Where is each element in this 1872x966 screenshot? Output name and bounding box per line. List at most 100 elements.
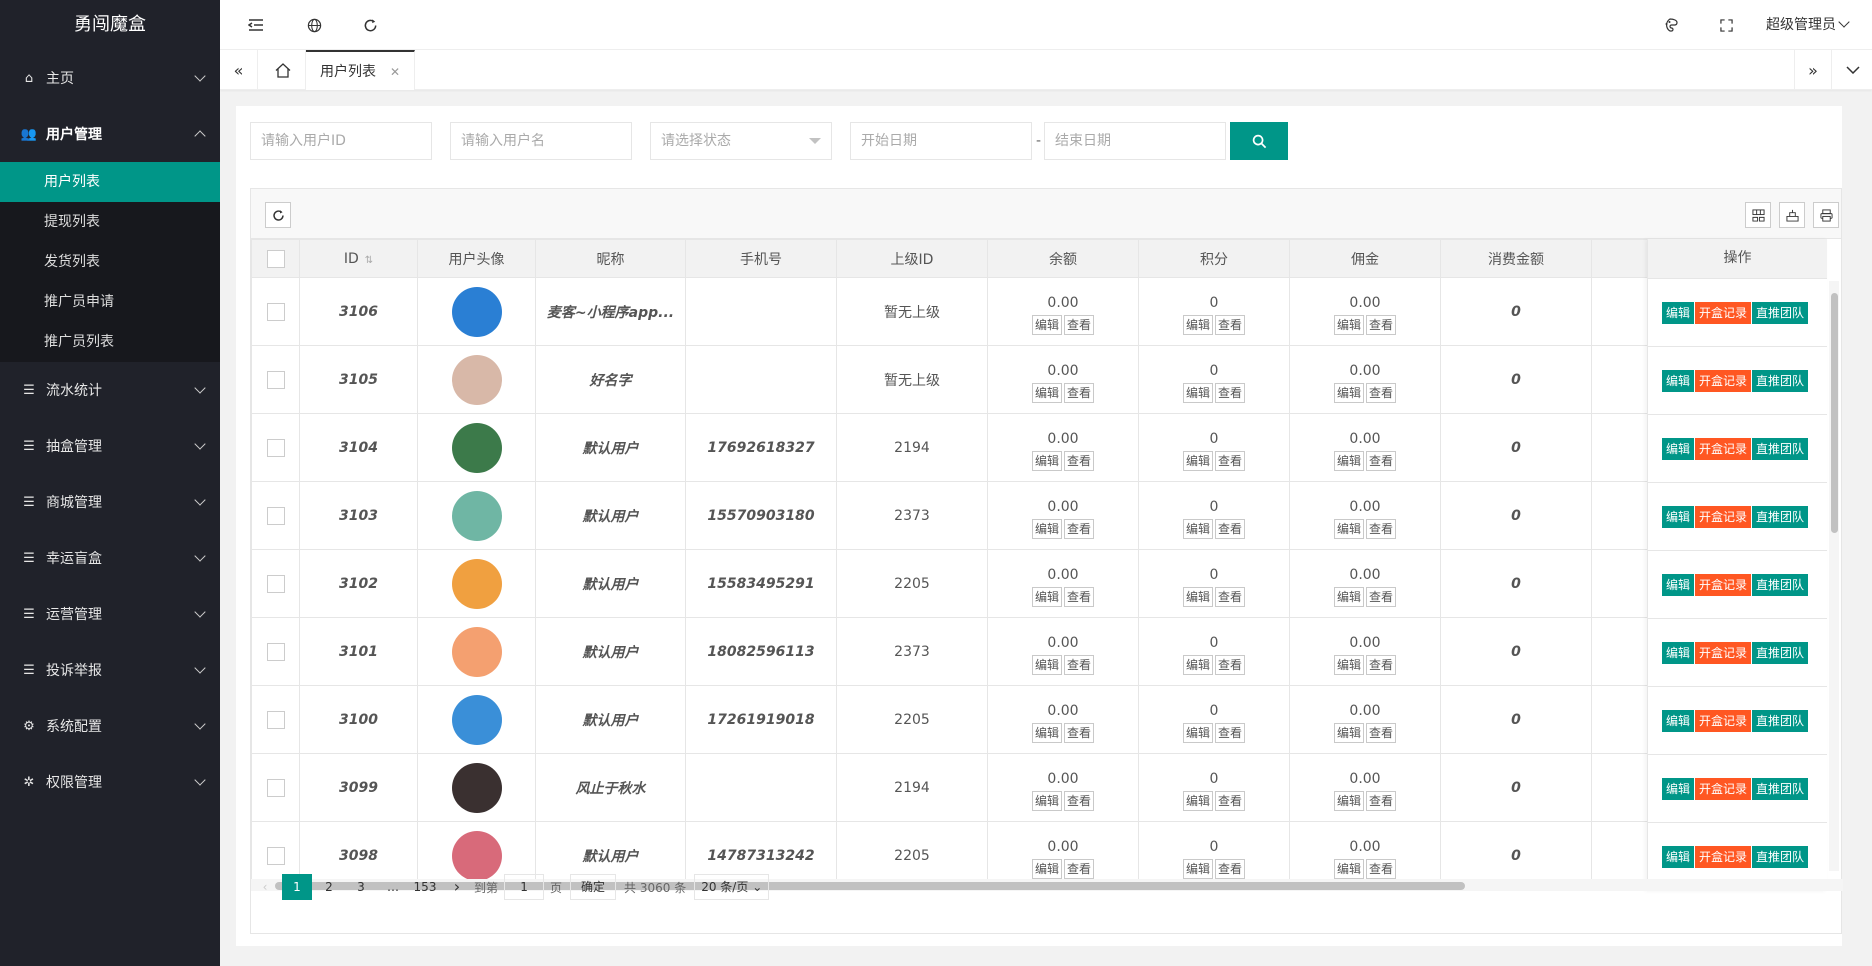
direct-team-button[interactable]: 直推团队 xyxy=(1752,301,1809,324)
row-select[interactable] xyxy=(251,413,300,482)
edit-button[interactable]: 编辑 xyxy=(1182,654,1213,675)
search-button[interactable] xyxy=(1230,122,1288,160)
row-select[interactable] xyxy=(251,685,300,754)
checkbox[interactable] xyxy=(266,370,285,389)
avatar[interactable] xyxy=(451,490,502,541)
checkbox[interactable] xyxy=(266,642,285,661)
columns-icon[interactable] xyxy=(1745,202,1771,228)
edit-button[interactable]: 编辑 xyxy=(1662,505,1695,528)
vertical-scrollbar[interactable] xyxy=(1829,281,1839,871)
edit-button[interactable]: 编辑 xyxy=(1182,450,1213,471)
per-page-select[interactable]: 20 条/页 ⌄ xyxy=(694,874,770,900)
view-button[interactable]: 查看 xyxy=(1215,586,1246,607)
sidebar-item-8[interactable]: ⚙ 系统配置 xyxy=(0,698,220,754)
view-button[interactable]: 查看 xyxy=(1215,858,1246,879)
checkbox[interactable] xyxy=(266,506,285,525)
view-button[interactable]: 查看 xyxy=(1366,654,1397,675)
view-button[interactable]: 查看 xyxy=(1064,586,1095,607)
view-button[interactable]: 查看 xyxy=(1215,314,1246,335)
tabs-prev-icon[interactable]: « xyxy=(220,50,258,90)
view-button[interactable]: 查看 xyxy=(1215,518,1246,539)
checkbox[interactable] xyxy=(266,710,285,729)
sidebar-item-9[interactable]: ✲ 权限管理 xyxy=(0,754,220,810)
page-2[interactable]: 2 xyxy=(314,874,344,900)
checkbox[interactable] xyxy=(266,302,285,321)
prev-page-icon[interactable]: ‹ xyxy=(250,874,280,900)
tab-user-list[interactable]: 用户列表 ✕ xyxy=(306,50,416,90)
sidebar-subitem-4[interactable]: 推广员列表 xyxy=(0,322,220,362)
row-select[interactable] xyxy=(251,481,300,550)
user-id-input[interactable]: 请输入用户ID xyxy=(250,122,432,160)
view-button[interactable]: 查看 xyxy=(1064,858,1095,879)
view-button[interactable]: 查看 xyxy=(1366,314,1397,335)
avatar[interactable] xyxy=(451,422,502,473)
open-box-record-button[interactable]: 开盒记录 xyxy=(1695,573,1752,596)
edit-button[interactable]: 编辑 xyxy=(1333,586,1364,607)
page-1[interactable]: 1 xyxy=(282,874,312,900)
tabs-next-icon[interactable]: » xyxy=(1794,50,1832,90)
edit-button[interactable]: 编辑 xyxy=(1182,314,1213,335)
page-3[interactable]: 3 xyxy=(346,874,376,900)
view-button[interactable]: 查看 xyxy=(1366,518,1397,539)
sort-icon[interactable]: ⇅ xyxy=(365,255,373,266)
sidebar-subitem-1[interactable]: 提现列表 xyxy=(0,202,220,242)
open-box-record-button[interactable]: 开盒记录 xyxy=(1695,641,1752,664)
avatar[interactable] xyxy=(451,558,502,609)
status-select[interactable]: 请选择状态 xyxy=(650,122,832,160)
sidebar-item-7[interactable]: ☰ 投诉举报 xyxy=(0,642,220,698)
avatar[interactable] xyxy=(451,626,502,677)
view-button[interactable]: 查看 xyxy=(1215,790,1246,811)
edit-button[interactable]: 编辑 xyxy=(1662,437,1695,460)
edit-button[interactable]: 编辑 xyxy=(1031,586,1062,607)
view-button[interactable]: 查看 xyxy=(1215,450,1246,471)
edit-button[interactable]: 编辑 xyxy=(1662,573,1695,596)
view-button[interactable]: 查看 xyxy=(1064,382,1095,403)
fullscreen-icon[interactable] xyxy=(1704,0,1748,50)
sidebar-item-5[interactable]: ☰ 幸运盲盒 xyxy=(0,530,220,586)
edit-button[interactable]: 编辑 xyxy=(1662,777,1695,800)
sidebar-item-6[interactable]: ☰ 运营管理 xyxy=(0,586,220,642)
direct-team-button[interactable]: 直推团队 xyxy=(1752,573,1809,596)
open-box-record-button[interactable]: 开盒记录 xyxy=(1695,369,1752,392)
open-box-record-button[interactable]: 开盒记录 xyxy=(1695,301,1752,324)
row-select[interactable] xyxy=(251,549,300,618)
open-box-record-button[interactable]: 开盒记录 xyxy=(1695,777,1752,800)
edit-button[interactable]: 编辑 xyxy=(1182,586,1213,607)
refresh-icon[interactable] xyxy=(348,0,392,50)
view-button[interactable]: 查看 xyxy=(1064,722,1095,743)
edit-button[interactable]: 编辑 xyxy=(1031,382,1062,403)
page-input[interactable]: 1 xyxy=(504,874,545,900)
view-button[interactable]: 查看 xyxy=(1366,790,1397,811)
row-select[interactable] xyxy=(251,277,300,346)
checkbox[interactable] xyxy=(266,778,285,797)
edit-button[interactable]: 编辑 xyxy=(1662,301,1695,324)
close-icon[interactable]: ✕ xyxy=(390,65,400,79)
view-button[interactable]: 查看 xyxy=(1064,790,1095,811)
edit-button[interactable]: 编辑 xyxy=(1182,722,1213,743)
view-button[interactable]: 查看 xyxy=(1215,382,1246,403)
view-button[interactable]: 查看 xyxy=(1215,722,1246,743)
sidebar-item-4[interactable]: ☰ 商城管理 xyxy=(0,474,220,530)
open-box-record-button[interactable]: 开盒记录 xyxy=(1695,845,1752,868)
sidebar-item-1[interactable]: 👥 用户管理 xyxy=(0,106,220,162)
page-last[interactable]: 153 xyxy=(410,874,440,900)
avatar[interactable] xyxy=(451,694,502,745)
edit-button[interactable]: 编辑 xyxy=(1662,641,1695,664)
edit-button[interactable]: 编辑 xyxy=(1333,518,1364,539)
row-select[interactable] xyxy=(251,345,300,414)
open-box-record-button[interactable]: 开盒记录 xyxy=(1695,437,1752,460)
table-refresh-icon[interactable] xyxy=(265,202,291,228)
theme-icon[interactable] xyxy=(1648,0,1692,50)
view-button[interactable]: 查看 xyxy=(1366,722,1397,743)
edit-button[interactable]: 编辑 xyxy=(1662,845,1695,868)
edit-button[interactable]: 编辑 xyxy=(1031,722,1062,743)
view-button[interactable]: 查看 xyxy=(1064,450,1095,471)
view-button[interactable]: 查看 xyxy=(1064,654,1095,675)
edit-button[interactable]: 编辑 xyxy=(1333,450,1364,471)
edit-button[interactable]: 编辑 xyxy=(1333,654,1364,675)
globe-icon[interactable] xyxy=(292,0,336,50)
view-button[interactable]: 查看 xyxy=(1366,382,1397,403)
sidebar-subitem-2[interactable]: 发货列表 xyxy=(0,242,220,282)
export-icon[interactable] xyxy=(1779,202,1805,228)
direct-team-button[interactable]: 直推团队 xyxy=(1752,709,1809,732)
